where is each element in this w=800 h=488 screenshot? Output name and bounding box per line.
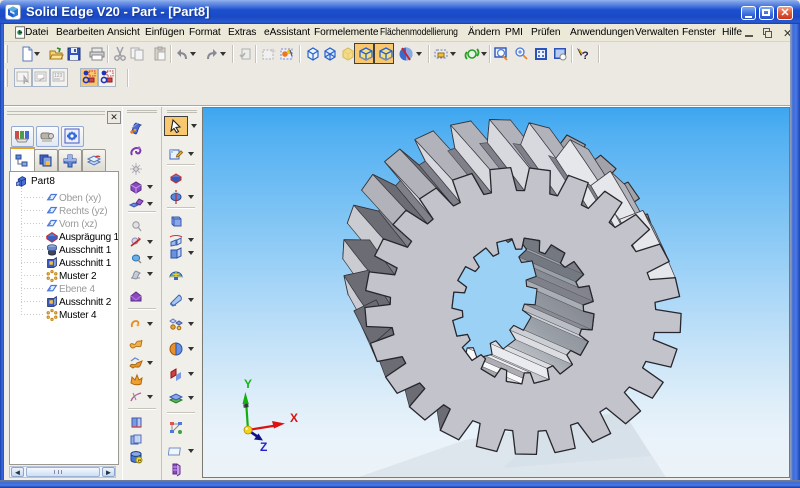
svg-text:e: e xyxy=(138,457,142,464)
svg-text:Z: Z xyxy=(260,440,267,454)
svg-text:Y: Y xyxy=(244,377,252,391)
svg-text:?: ? xyxy=(582,50,589,62)
svg-text:X: X xyxy=(290,411,298,425)
